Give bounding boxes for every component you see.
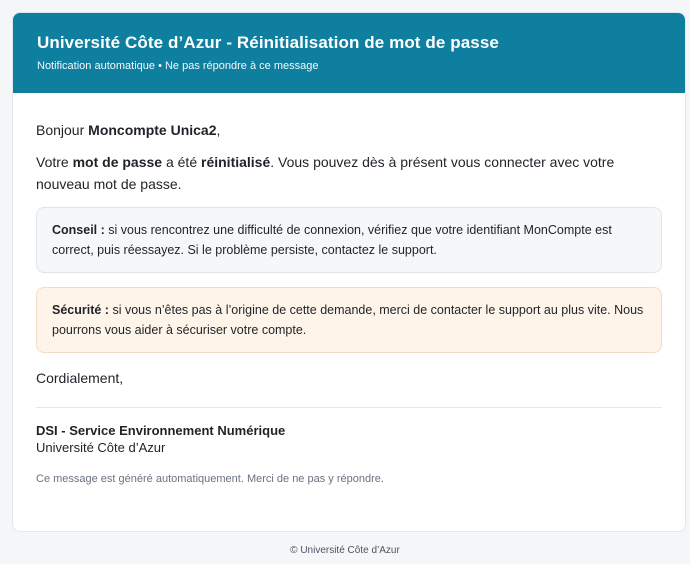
greeting-prefix: Bonjour [36,122,89,138]
email-subtitle: Notification automatique • Ne pas répond… [37,60,319,72]
closing: Cordialement, [36,370,124,386]
footer-copyright: © Université Côte d’Azur [290,545,400,556]
email-title: Université Côte d’Azur - Réinitialisatio… [37,33,499,52]
reset-text-middle: a été [162,154,201,170]
tip-text: si vous rencontrez une difficulté de con… [52,223,612,257]
greeting-name: Moncompte Unica2 [88,122,217,138]
reset-confirmation: Votre mot de passe a été réinitialisé. V… [36,151,662,195]
email-header: Université Côte d’Azur - Réinitialisatio… [13,13,685,93]
security-text: si vous n’êtes pas à l’origine de cette … [52,303,644,337]
reset-text-prefix: Votre [36,154,73,170]
email-body: Bonjour Moncompte Unica2, Votre mot de p… [13,93,685,490]
signature-org: Université Côte d’Azur [36,440,166,455]
email-card: Université Côte d’Azur - Réinitialisatio… [12,12,686,532]
security-box: Sécurité : si vous n’êtes pas à l’origin… [36,287,662,353]
greeting: Bonjour Moncompte Unica2, [36,119,662,141]
security-label: Sécurité : [52,303,109,317]
tip-box: Conseil : si vous rencontrez une difficu… [36,207,662,273]
signature-divider [36,407,662,408]
tip-label: Conseil : [52,223,105,237]
reset-text-bold-password: mot de passe [72,154,163,170]
reset-text-bold-reset: réinitialisé [201,154,271,170]
email-page: Université Côte d’Azur - Réinitialisatio… [0,0,690,564]
auto-message-note: Ce message est généré automatiquement. M… [36,473,384,485]
signature-title: DSI - Service Environnement Numérique [36,423,286,438]
greeting-suffix: , [216,122,221,138]
